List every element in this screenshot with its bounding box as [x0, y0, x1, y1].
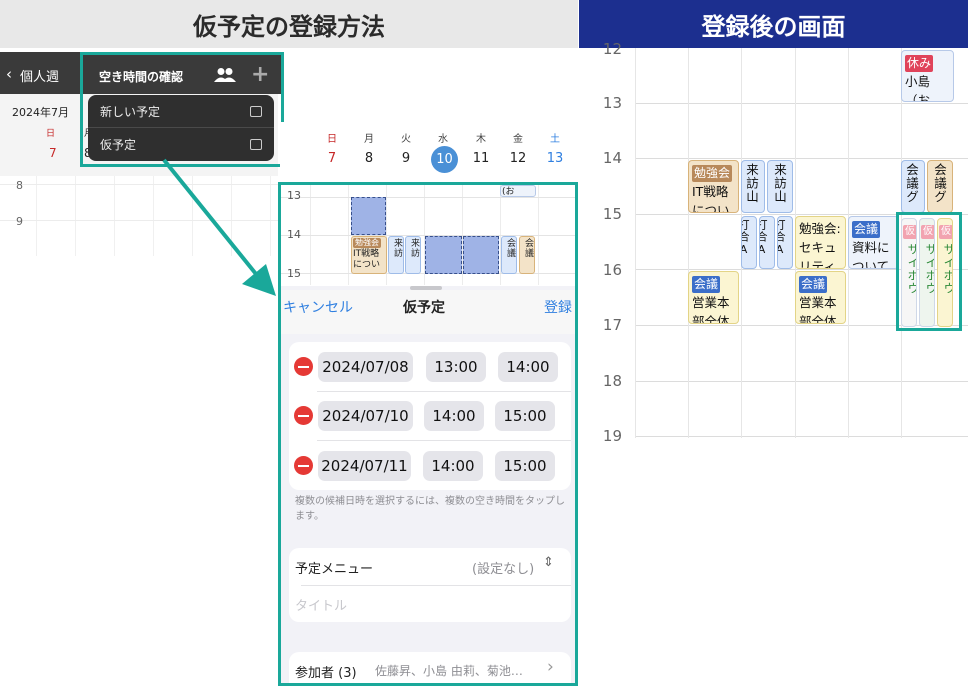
event-sales-meeting[interactable]: 会議 営業本 部全体 [795, 271, 846, 324]
hour-line [635, 436, 968, 437]
hour-label: 19 [602, 427, 622, 445]
hour-line [635, 381, 968, 382]
weekday-label: 火 [401, 134, 411, 145]
day-number[interactable]: 11 [466, 151, 496, 166]
pointer-arrow-icon [162, 158, 276, 296]
hour-label: 13 [602, 94, 622, 112]
result-calendar-grid[interactable] [579, 48, 968, 686]
hour-label: 17 [602, 316, 622, 334]
hour-label: 12 [602, 40, 622, 58]
hour-label: 15 [602, 205, 622, 223]
day-line [688, 48, 689, 438]
event-doc-meeting[interactable]: 会議 資料に ついて [848, 216, 899, 269]
day-number[interactable]: 13 [540, 151, 570, 166]
hour-line [635, 158, 968, 159]
event-meeting-a[interactable]: 打合A [777, 216, 793, 269]
event-study-security[interactable]: 勉強会: セキュ リティ [795, 216, 846, 269]
weekday-label: 水 [438, 134, 448, 145]
day-number[interactable]: 12 [503, 151, 533, 166]
event-visit[interactable]: 来訪山 [741, 160, 765, 213]
back-button[interactable]: 個人週 [20, 66, 59, 85]
day-number[interactable]: 8 [354, 151, 384, 166]
event-meeting[interactable]: 会議グ [927, 160, 953, 213]
hour-label: 9 [16, 215, 23, 228]
hour-line [635, 103, 968, 104]
week-strip: 日 月 火 水 木 金 土 7 8 9 10 11 12 13 [280, 122, 576, 182]
hour-label: 18 [602, 372, 622, 390]
hour-label: 14 [602, 149, 622, 167]
event-visit[interactable]: 来訪山 [767, 160, 793, 213]
selected-day[interactable]: 10 [431, 146, 458, 173]
highlight-frame-sheet [278, 182, 578, 686]
month-label: 2024年7月 [12, 106, 69, 119]
weekday-label: 日 [327, 134, 337, 145]
event-meeting[interactable]: 会議グ [901, 160, 925, 213]
weekday-label: 木 [476, 134, 486, 145]
chevron-left-icon[interactable]: ‹ [6, 65, 12, 83]
hour-label: 16 [602, 261, 622, 279]
highlight-frame-tentative [896, 212, 962, 331]
day-number[interactable]: 9 [391, 151, 421, 166]
event-study-it[interactable]: 勉強会 IT戦略 につい [688, 160, 739, 213]
day-sun[interactable]: 7 [49, 146, 57, 160]
hour-label: 8 [16, 179, 23, 192]
day-number[interactable]: 7 [317, 151, 347, 166]
event-meeting-a[interactable]: 打合A [759, 216, 775, 269]
weekday-label: 月 [364, 134, 374, 145]
weekday-sun: 日 [46, 129, 56, 139]
event-sales-meeting[interactable]: 会議 営業本 部全体 [688, 271, 739, 324]
day-line [635, 48, 636, 438]
left-banner-title: 仮予定の登録方法 [0, 0, 578, 48]
weekday-label: 金 [513, 134, 523, 145]
event-meeting-a[interactable]: 打合A [741, 216, 757, 269]
weekday-label: 土 [550, 134, 560, 145]
event-rest[interactable]: 休み 小島 （お [901, 50, 954, 102]
right-banner-title: 登録後の画面 [579, 0, 968, 48]
